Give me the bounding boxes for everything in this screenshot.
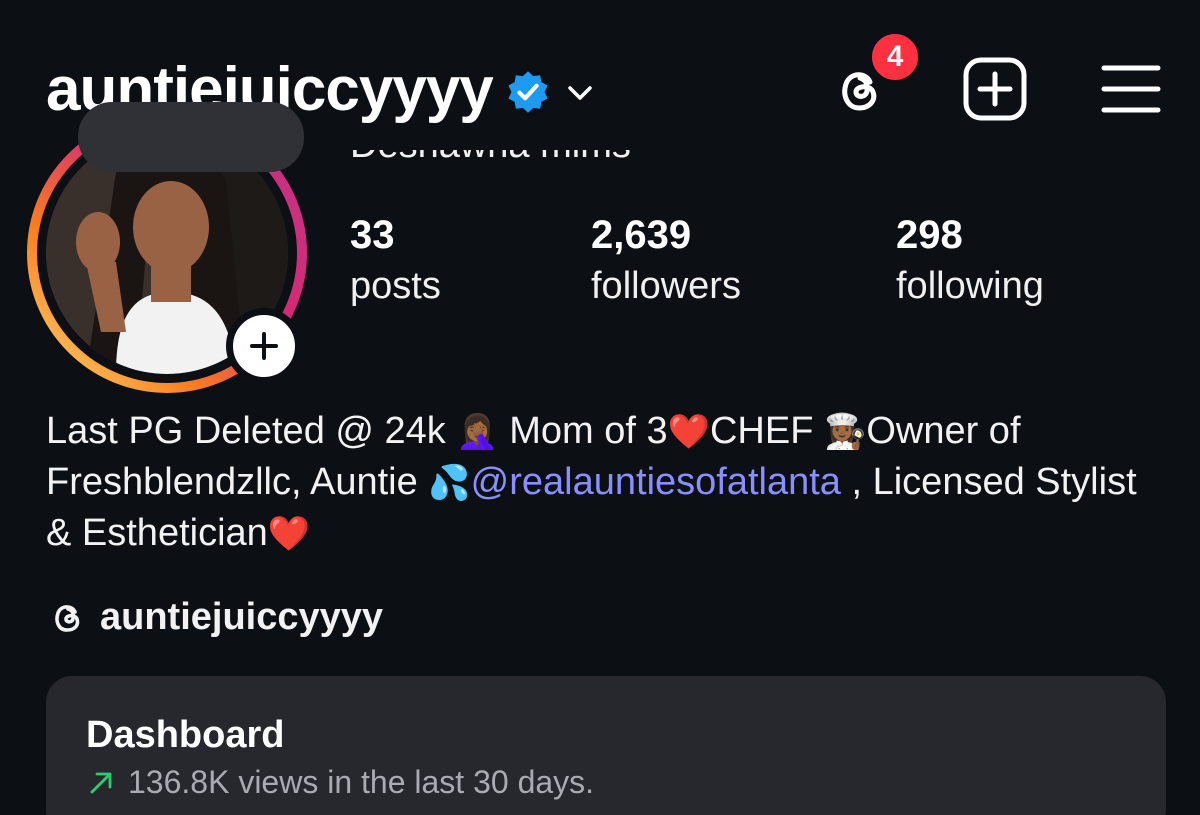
following-value: 298: [896, 213, 963, 257]
posts-label: posts: [350, 265, 441, 307]
bio-text-3: CHEF: [709, 410, 824, 452]
scroll-overlay: [78, 102, 304, 172]
display-name-clip: Deshawna mims: [350, 150, 770, 168]
verified-badge-icon: [508, 70, 548, 113]
add-story-button[interactable]: [226, 308, 302, 384]
following-label: following: [896, 265, 1044, 307]
facepalm-emoji-icon: 🤦🏾‍♀️: [456, 412, 499, 452]
notification-badge: 4: [868, 30, 922, 84]
dashboard-summary: 136.8K views in the last 30 days.: [86, 764, 594, 801]
trend-up-arrow-icon: [90, 772, 112, 793]
following-count[interactable]: 298 following: [896, 210, 1044, 312]
followers-count[interactable]: 2,639 followers: [591, 210, 741, 312]
threads-handle: auntiejuiccyyyy: [100, 596, 384, 638]
chevron-down-icon: [568, 85, 592, 100]
posts-value: 33: [350, 213, 395, 257]
profile-screen: Deshawna mims auntiejuiccyyyy 4: [0, 0, 1200, 815]
followers-value: 2,639: [591, 213, 692, 257]
professional-dashboard-card[interactable]: Dashboard 136.8K views in the last 30 da…: [46, 676, 1166, 815]
bio-text-2: Mom of 3: [498, 410, 668, 452]
hamburger-menu-icon[interactable]: [1100, 60, 1162, 118]
sweat-droplets-emoji-icon: 💦: [428, 463, 471, 503]
create-post-icon[interactable]: [962, 56, 1028, 122]
bio-mention-link[interactable]: @realauntiesofatlanta: [471, 461, 841, 503]
threads-logo-icon: [55, 604, 80, 632]
profile-bio: Last PG Deleted @ 24k 🤦🏾‍♀️ Mom of 3❤️CH…: [46, 406, 1166, 559]
plus-icon: [250, 332, 278, 360]
dashboard-title: Dashboard: [86, 714, 285, 756]
dashboard-views-text: 136.8K views in the last 30 days.: [128, 764, 595, 800]
posts-count[interactable]: 33 posts: [350, 210, 441, 312]
threads-profile-link[interactable]: auntiejuiccyyyy: [46, 596, 383, 639]
bio-text-1: Last PG Deleted @ 24k: [46, 410, 457, 452]
heart-emoji-icon-2: ❤️: [267, 514, 311, 554]
followers-label: followers: [591, 265, 741, 307]
chef-emoji-icon: 👩🏾‍🍳: [823, 412, 867, 452]
display-name: Deshawna mims: [350, 150, 631, 167]
heart-emoji-icon: ❤️: [667, 412, 710, 452]
profile-avatar[interactable]: [26, 102, 308, 394]
